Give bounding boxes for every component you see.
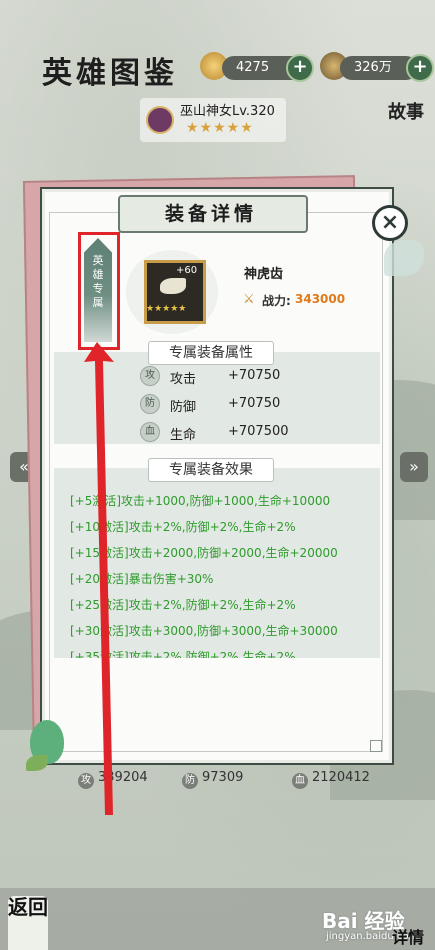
effect-line: [+30激活]攻击+3000,防御+3000,生命+30000 <box>70 624 338 638</box>
hp-icon: 血 <box>140 422 160 442</box>
effects-header: 专属装备效果 <box>148 458 274 482</box>
effect-line: [+15激活]攻击+2000,防御+2000,生命+20000 <box>70 546 338 560</box>
hero-star-rating: ★★★★★ <box>186 120 254 136</box>
equipment-level-badge: +60 <box>176 265 198 276</box>
tiger-tooth-icon <box>160 278 186 294</box>
attr-hp-name: 生命 <box>170 428 197 443</box>
page-title: 英雄图鉴 <box>42 56 178 91</box>
frame-corner <box>370 740 382 752</box>
total-attack-value: 339204 <box>98 770 148 785</box>
attr-defense-value: +70750 <box>228 396 281 411</box>
total-hp-stat: 血 2120412 <box>292 770 370 789</box>
total-defense-stat: 防 97309 <box>182 770 243 789</box>
attributes-header: 专属装备属性 <box>148 341 274 365</box>
effect-line: [+25激活]攻击+2%,防御+2%,生命+2% <box>70 598 296 612</box>
attr-defense-name: 防御 <box>170 400 197 415</box>
attack-icon: 攻 <box>140 366 160 386</box>
effect-line: [+20激活]暴击伤害+30% <box>70 572 214 586</box>
hero-emblem-icon <box>146 106 174 134</box>
back-button[interactable]: 返回 <box>8 896 48 950</box>
effect-line: [+5激活]攻击+1000,防御+1000,生命+10000 <box>70 494 331 508</box>
attack-stat-icon: 攻 <box>78 773 94 789</box>
power-label: 战力: <box>262 294 291 308</box>
effect-line: [+35激活]攻击+2%,防御+2%,生命+2% <box>70 650 296 658</box>
hp-stat-icon: 血 <box>292 773 308 789</box>
defense-icon: 防 <box>140 394 160 414</box>
hero-name: 巫山神女Lv.320 <box>180 104 275 119</box>
attr-attack-value: +70750 <box>228 368 281 383</box>
gold-amount: 4275 <box>236 60 270 75</box>
jade-tassel-decoration <box>384 240 424 276</box>
close-icon[interactable]: × <box>372 205 408 241</box>
next-hero-arrow-icon[interactable]: » <box>400 452 428 482</box>
total-defense-value: 97309 <box>202 770 244 785</box>
crossed-swords-icon: ⚔ <box>243 292 255 307</box>
total-hp-value: 2120412 <box>312 770 370 785</box>
attributes-panel <box>54 352 380 444</box>
equipment-star-rating: ★★★★★ <box>146 304 187 314</box>
coin-amount: 326万 <box>354 60 392 75</box>
total-attack-stat: 攻 339204 <box>78 770 148 789</box>
story-button[interactable]: 故事 <box>388 98 424 124</box>
details-button[interactable]: 详情 <box>392 924 424 948</box>
defense-stat-icon: 防 <box>182 773 198 789</box>
add-gold-button[interactable]: + <box>286 54 314 82</box>
effects-scroll-list[interactable]: [+5激活]攻击+1000,防御+1000,生命+10000 [+10激活]攻击… <box>54 480 380 658</box>
modal-title: 装备详情 <box>164 203 257 225</box>
effect-line: [+10激活]攻击+2%,防御+2%,生命+2% <box>70 520 296 534</box>
attr-attack-name: 攻击 <box>170 372 197 387</box>
attr-hp-value: +707500 <box>228 424 289 439</box>
power-value: 343000 <box>295 292 346 306</box>
tab-highlight-box <box>78 232 120 350</box>
add-coin-button[interactable]: + <box>406 54 434 82</box>
equipment-name: 神虎齿 <box>244 267 284 282</box>
